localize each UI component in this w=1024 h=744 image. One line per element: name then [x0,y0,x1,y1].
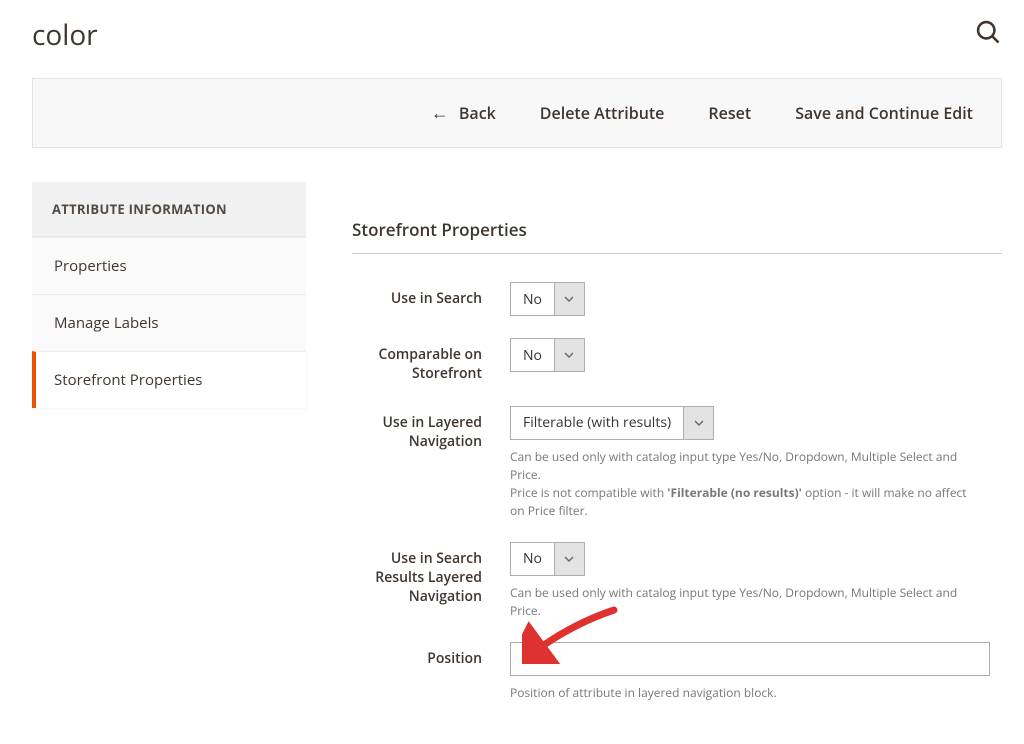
field-label: Comparable on Storefront [352,338,482,384]
chevron-down-icon [554,543,584,575]
note-line: Price is not compatible with [510,484,667,501]
select-value: No [511,283,554,315]
chevron-down-icon [683,407,713,439]
field-label: Use in Layered Navigation [352,406,482,452]
select-value: No [511,543,554,575]
sidebar-item-label: Manage Labels [54,313,159,333]
sidebar-item-manage-labels[interactable]: Manage Labels [32,294,306,351]
search-results-layered-select[interactable]: No [510,542,585,576]
page-header: color [32,16,1002,54]
save-continue-button[interactable]: Save and Continue Edit [795,102,973,124]
layered-nav-select[interactable]: Filterable (with results) [510,406,714,440]
field-use-in-search: Use in Search No [352,282,1002,316]
sidebar-item-properties[interactable]: Properties [32,237,306,294]
search-icon[interactable] [974,18,1002,46]
select-value: Filterable (with results) [511,407,683,439]
sidebar-header: ATTRIBUTE INFORMATION [32,182,306,237]
back-button[interactable]: ← Back [431,101,496,125]
position-input[interactable] [510,642,990,676]
back-button-label: Back [459,102,496,124]
field-note: Position of attribute in layered navigat… [510,684,970,702]
field-label: Position [352,642,482,669]
field-note: Can be used only with catalog input type… [510,584,970,620]
sidebar: ATTRIBUTE INFORMATION Properties Manage … [32,182,306,408]
page-title: color [32,16,98,54]
main-panel: Storefront Properties Use in Search No C… [352,182,1002,724]
chevron-down-icon [554,339,584,371]
delete-attribute-button[interactable]: Delete Attribute [540,102,665,124]
sidebar-item-storefront-properties[interactable]: Storefront Properties [32,351,306,408]
sidebar-item-label: Properties [54,256,127,276]
comparable-select[interactable]: No [510,338,585,372]
reset-button[interactable]: Reset [708,102,751,124]
note-strong: 'Filterable (no results)' [667,484,802,501]
field-position: Position Position of attribute in layere… [352,642,1002,702]
field-label: Use in Search [352,282,482,309]
actions-bar: ← Back Delete Attribute Reset Save and C… [32,78,1002,148]
note-line: Can be used only with catalog input type… [510,448,957,483]
arrow-left-icon: ← [431,101,449,125]
select-value: No [511,339,554,371]
field-label: Use in Search Results Layered Navigation [352,542,482,607]
delete-attribute-label: Delete Attribute [540,102,665,124]
field-layered-nav: Use in Layered Navigation Filterable (wi… [352,406,1002,520]
section-title: Storefront Properties [352,218,1002,254]
chevron-down-icon [554,283,584,315]
field-search-results-layered: Use in Search Results Layered Navigation… [352,542,1002,620]
reset-button-label: Reset [708,102,751,124]
field-note: Can be used only with catalog input type… [510,448,970,520]
field-comparable: Comparable on Storefront No [352,338,1002,384]
sidebar-item-label: Storefront Properties [54,370,202,390]
use-in-search-select[interactable]: No [510,282,585,316]
save-continue-label: Save and Continue Edit [795,102,973,124]
